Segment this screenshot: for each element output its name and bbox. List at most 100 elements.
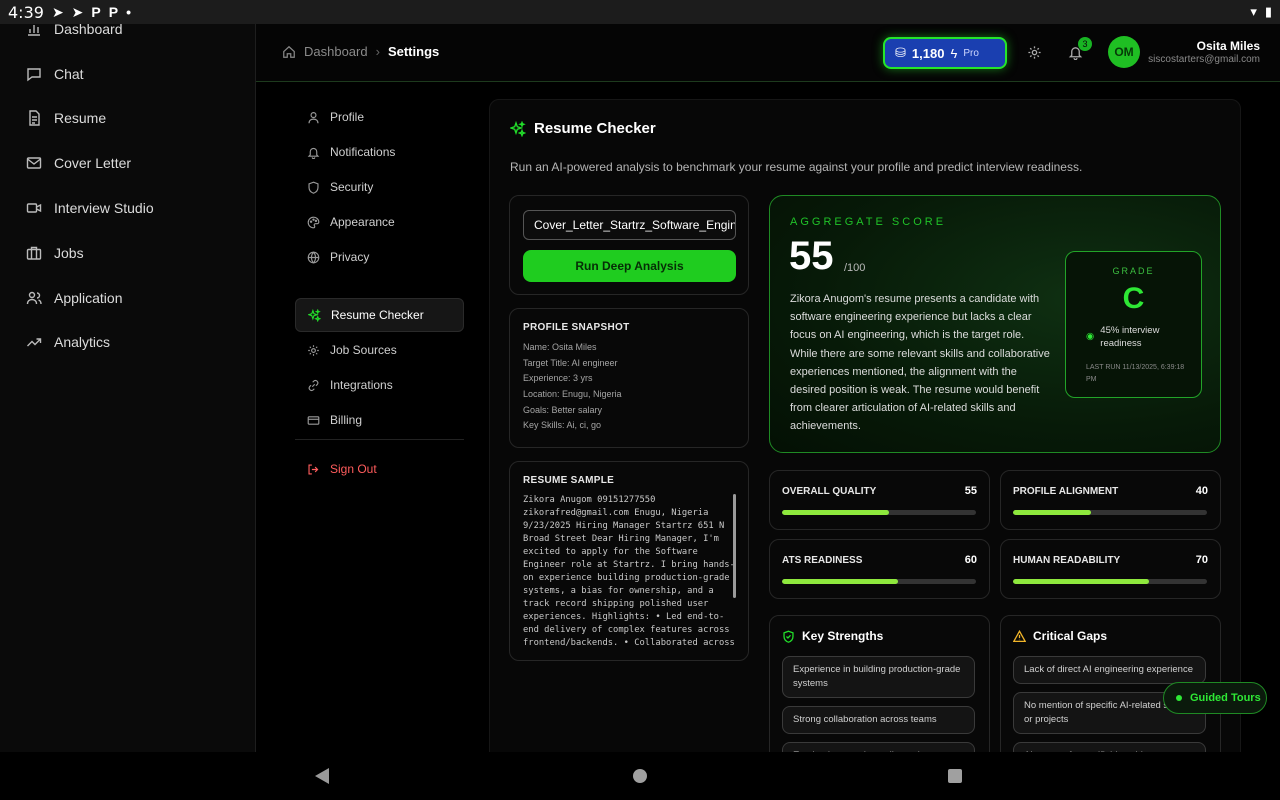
sidebar-item-application[interactable]: Application [26, 290, 123, 306]
link-icon [308, 379, 319, 391]
metric-label: OVERALL QUALITY [782, 486, 877, 497]
sidebar-item-chat[interactable]: Chat [26, 66, 84, 82]
sidebar-item-dashboard[interactable]: Dashboard [26, 24, 123, 37]
sparkles-icon [308, 308, 321, 322]
metric-label: HUMAN READABILITY [1013, 555, 1121, 566]
metric-bar-fill [1013, 510, 1091, 515]
document-icon [29, 110, 40, 126]
metric-bar-fill [782, 579, 899, 584]
strength-item: Emphasis on code quality and [782, 742, 975, 752]
key-strengths-title: Key Strengths [782, 629, 883, 643]
metric-value: 55 [964, 485, 977, 497]
gear-icon [308, 344, 319, 356]
sidebar-item-interview-studio[interactable]: Interview Studio [26, 200, 154, 216]
scrollbar[interactable] [733, 494, 736, 598]
bolt-icon: ϟ [950, 45, 958, 61]
metric-value: 60 [964, 554, 977, 566]
metric-bar-fill [1013, 579, 1149, 584]
key-strengths-card: Key Strengths Experience in building pro… [769, 615, 990, 752]
run-deep-analysis-button[interactable]: Run Deep Analysis [523, 250, 736, 282]
top-header: Dashboard › Settings ⛁ 1,180 ϟ Pro 3 OM … [256, 24, 1280, 82]
home-circle-icon[interactable] [633, 769, 647, 783]
sidebar-item-analytics[interactable]: Analytics [26, 334, 110, 350]
avatar[interactable]: OM [1108, 36, 1140, 68]
logout-icon [308, 463, 319, 475]
recents-icon[interactable] [948, 769, 962, 783]
metric-value: 70 [1195, 554, 1208, 566]
page-description: Run an AI-powered analysis to benchmark … [510, 160, 1083, 174]
snapshot-line: Location: Enugu, Nigeria [523, 389, 622, 399]
settings-item-notifications[interactable]: Notifications [295, 135, 464, 169]
settings-item-profile[interactable]: Profile [295, 100, 464, 134]
settings-item-label: Security [330, 180, 374, 194]
trend-icon [27, 338, 42, 347]
guided-tours-button[interactable]: Guided Tours [1163, 682, 1267, 714]
status-dot-icon [1176, 695, 1182, 701]
mail-icon [26, 157, 42, 169]
settings-item-label: Notifications [330, 145, 396, 159]
telegram-icon: ➤ [51, 3, 64, 20]
sidebar-item-label: Interview Studio [54, 200, 154, 216]
key-strengths-label: Key Strengths [802, 629, 884, 643]
critical-gaps-label: Critical Gaps [1033, 629, 1108, 643]
settings-item-billing[interactable]: Billing [295, 403, 464, 437]
settings-item-privacy[interactable]: Privacy [295, 240, 464, 274]
shield-icon [308, 181, 319, 194]
p-app-icon: P [91, 4, 101, 20]
snapshot-line: Target Title: AI engineer [523, 358, 618, 368]
wifi-icon: ▾ [1250, 4, 1257, 19]
gap-item: Lack of direct AI engineering experience [1013, 656, 1206, 684]
settings-item-label: Integrations [330, 378, 393, 392]
metric-label: PROFILE ALIGNMENT [1013, 486, 1119, 497]
home-icon[interactable] [282, 45, 296, 59]
metric-ats-readiness: ATS READINESS 60 [769, 539, 990, 599]
credit-card-icon [307, 415, 320, 425]
user-icon [308, 111, 319, 123]
breadcrumb-current: Settings [387, 44, 440, 59]
page-title: Resume Checker [510, 120, 656, 137]
sidebar-item-resume[interactable]: Resume [26, 110, 106, 126]
palette-icon [307, 216, 320, 228]
system-nav-bar [0, 752, 1280, 800]
sidebar-item-label: Resume [54, 110, 107, 126]
app-window: Dashboard Chat Resume Cover Letter Inter… [0, 24, 1280, 752]
gear-icon [1027, 45, 1041, 59]
breadcrumb-dashboard[interactable]: Dashboard [304, 44, 368, 59]
settings-item-label: Billing [330, 413, 363, 427]
sidebar-item-jobs[interactable]: Jobs [26, 245, 84, 261]
grade-value: C [1122, 282, 1145, 315]
chevron-right-icon: › [375, 44, 380, 59]
back-icon[interactable] [315, 768, 329, 784]
sidebar-item-label: Cover Letter [54, 155, 132, 171]
settings-item-appearance[interactable]: Appearance [295, 205, 464, 239]
battery-icon: ▮ [1264, 4, 1272, 19]
aggregate-score-card: AGGREGATE SCORE 55 /100 Zikora Anugom's … [769, 195, 1221, 453]
resume-sample-card: RESUME SAMPLE Zikora Anugom 09151277550 … [509, 461, 749, 661]
settings-item-integrations[interactable]: Integrations [295, 368, 464, 402]
users-icon [26, 291, 42, 305]
resume-file-select[interactable]: Cover_Letter_Startrz_Software_Engineer [523, 210, 736, 240]
p-app-icon: P [108, 4, 119, 20]
snapshot-line: Name: Osita Miles [523, 342, 597, 352]
dot-icon: • [126, 4, 131, 20]
settings-item-security[interactable]: Security [295, 170, 464, 204]
divider [295, 439, 464, 440]
gap-item: Absence of quantifiable achievements [1013, 742, 1206, 752]
metric-human-readability: HUMAN READABILITY 70 [1000, 539, 1221, 599]
settings-item-job-sources[interactable]: Job Sources [295, 333, 464, 367]
settings-item-resume-checker[interactable]: Resume Checker [295, 298, 464, 332]
sidebar-item-cover-letter[interactable]: Cover Letter [26, 155, 131, 171]
plan-badge: Pro [963, 47, 979, 59]
settings-gear-button[interactable] [1024, 42, 1044, 62]
aggregate-denominator: /100 [844, 262, 866, 274]
settings-item-label: Privacy [330, 250, 370, 264]
sign-out-button[interactable]: Sign Out [295, 452, 464, 486]
snapshot-line: Key Skills: Ai, ci, go [523, 420, 602, 430]
shield-check-icon [783, 630, 794, 643]
sidebar-item-label: Analytics [54, 334, 111, 350]
resume-sample-text[interactable]: Zikora Anugom 09151277550 zikorafred@gma… [523, 494, 735, 652]
metric-bar [1013, 510, 1207, 515]
metric-label: ATS READINESS [782, 555, 863, 566]
credits-button[interactable]: ⛁ 1,180 ϟ Pro [883, 37, 1007, 69]
credits-value: 1,180 [911, 45, 945, 61]
